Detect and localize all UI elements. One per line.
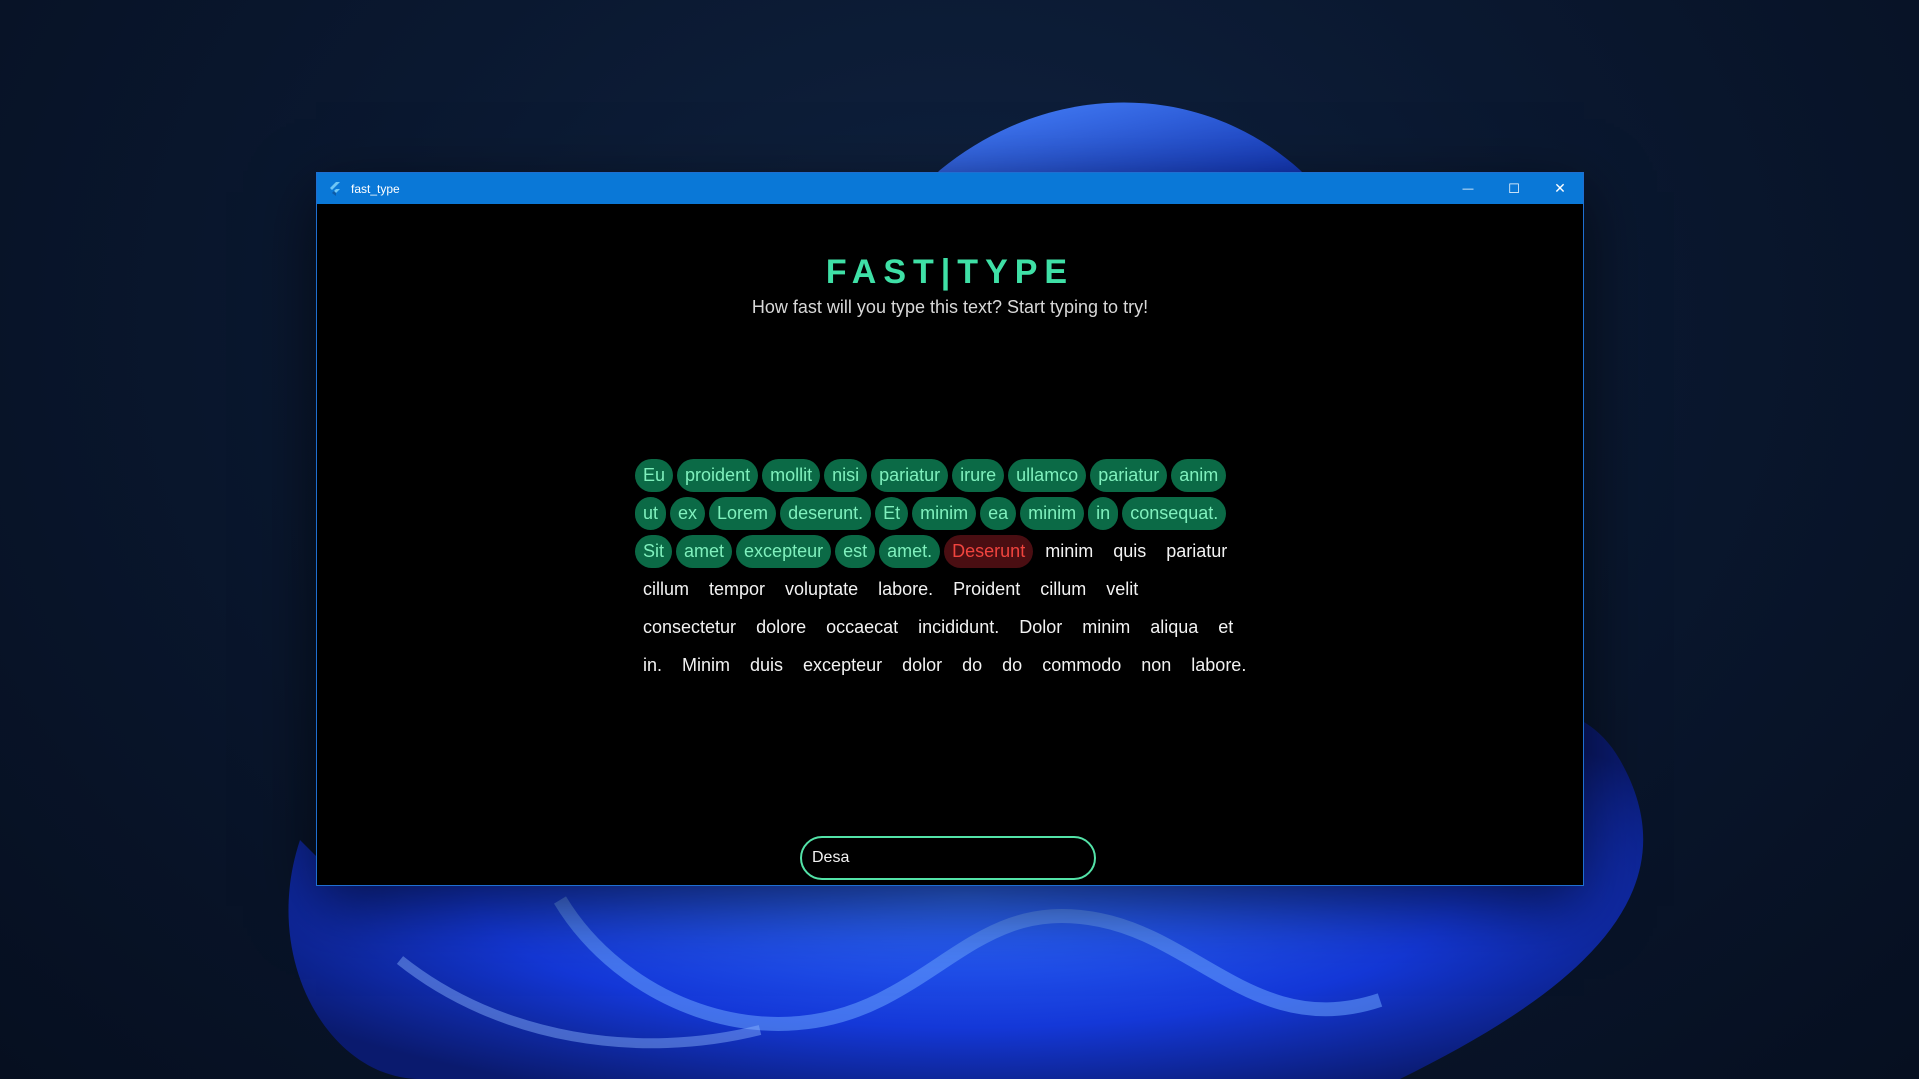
- word-pending: Dolor: [1019, 616, 1063, 637]
- word-done: deserunt.: [780, 496, 872, 530]
- app-content: FAST|TYPE How fast will you type this te…: [317, 204, 1583, 885]
- word-pending: consectetur: [643, 616, 737, 637]
- word-done: consequat.: [1122, 496, 1227, 530]
- word-done: Lorem: [709, 496, 777, 530]
- word-line: ut ex Lorem deserunt. Et minim ea minim in conseq…: [635, 494, 1285, 532]
- word-done: ullamco: [1008, 458, 1087, 492]
- close-button[interactable]: ✕: [1537, 173, 1583, 204]
- word-pending: minim: [1082, 616, 1131, 637]
- flutter-icon: [330, 181, 340, 196]
- word-pending: cillum: [643, 578, 690, 599]
- word-pending: incididunt.: [918, 616, 1000, 637]
- typing-input-container: [800, 836, 1096, 880]
- word-line: Sit amet excepteur est amet. Deserunt minim qui…: [635, 532, 1285, 570]
- word-pending: quis: [1113, 540, 1147, 561]
- word-done: mollit: [762, 458, 821, 492]
- word-pending: minim: [1045, 540, 1094, 561]
- word-done: excepteur: [736, 534, 832, 568]
- word-done: ex: [670, 496, 706, 530]
- word-grid: Eu proident mollit nisi pariatur irure ullamco…: [635, 456, 1285, 684]
- word-pending: aliqua: [1150, 616, 1199, 637]
- word-pending: Proident: [953, 578, 1021, 599]
- close-icon: ✕: [1554, 180, 1566, 196]
- word-done: pariatur: [871, 458, 949, 492]
- word-pending: tempor: [709, 578, 766, 599]
- word-pending: do: [1002, 654, 1023, 675]
- minimize-button[interactable]: —: [1445, 173, 1491, 204]
- word-line: Eu proident mollit nisi pariatur irure ullamco…: [635, 456, 1285, 494]
- word-done: in: [1088, 496, 1119, 530]
- maximize-button[interactable]: ☐: [1491, 173, 1537, 204]
- word-pending: excepteur: [803, 654, 883, 675]
- word-pending: labore.: [878, 578, 934, 599]
- word-done: Et: [875, 496, 909, 530]
- window-title: fast_type: [351, 181, 400, 196]
- word-line: in. Minim duis excepteur dolor do do commodo non…: [635, 646, 1285, 684]
- word-pending: non: [1141, 654, 1172, 675]
- word-line: cillum tempor voluptate labore. Proident cill…: [635, 570, 1285, 608]
- word-pending: duis: [750, 654, 784, 675]
- word-pending: commodo: [1042, 654, 1122, 675]
- word-done: nisi: [824, 458, 868, 492]
- word-pending: pariatur: [1166, 540, 1228, 561]
- word-done: proident: [677, 458, 759, 492]
- word-done: minim: [1020, 496, 1085, 530]
- typing-input[interactable]: [802, 838, 1094, 878]
- caption-buttons: — ☐ ✕: [1445, 173, 1583, 204]
- word-pending: et: [1218, 616, 1234, 637]
- maximize-icon: ☐: [1508, 180, 1520, 196]
- word-current: Deserunt: [944, 534, 1034, 568]
- word-pending: dolor: [902, 654, 943, 675]
- word-done: minim: [912, 496, 977, 530]
- word-pending: occaecat: [826, 616, 899, 637]
- word-pending: voluptate: [785, 578, 859, 599]
- word-pending: Minim: [682, 654, 731, 675]
- word-done: ut: [635, 496, 667, 530]
- word-done: pariatur: [1090, 458, 1168, 492]
- word-done: Sit: [635, 534, 673, 568]
- word-done: irure: [952, 458, 1005, 492]
- word-done: Eu: [635, 458, 674, 492]
- minimize-icon: —: [1462, 182, 1474, 195]
- word-pending: cillum: [1040, 578, 1087, 599]
- app-window: fast_type — ☐ ✕ FAST|TYPE How fast will …: [316, 172, 1584, 886]
- window-titlebar[interactable]: fast_type — ☐ ✕: [317, 173, 1583, 204]
- word-done: amet.: [879, 534, 941, 568]
- app-title: FAST|TYPE: [825, 253, 1075, 291]
- word-done: ea: [980, 496, 1017, 530]
- word-pending: velit: [1106, 578, 1139, 599]
- word-done: amet: [676, 534, 733, 568]
- word-done: est: [835, 534, 876, 568]
- word-pending: in.: [643, 654, 663, 675]
- word-pending: do: [962, 654, 983, 675]
- app-subtitle: How fast will you type this text? Start …: [751, 297, 1149, 317]
- word-pending: labore.: [1191, 654, 1247, 675]
- word-line: consectetur dolore occaecat incididunt. Dolo…: [635, 608, 1285, 646]
- word-done: anim: [1171, 458, 1227, 492]
- word-pending: dolore: [756, 616, 807, 637]
